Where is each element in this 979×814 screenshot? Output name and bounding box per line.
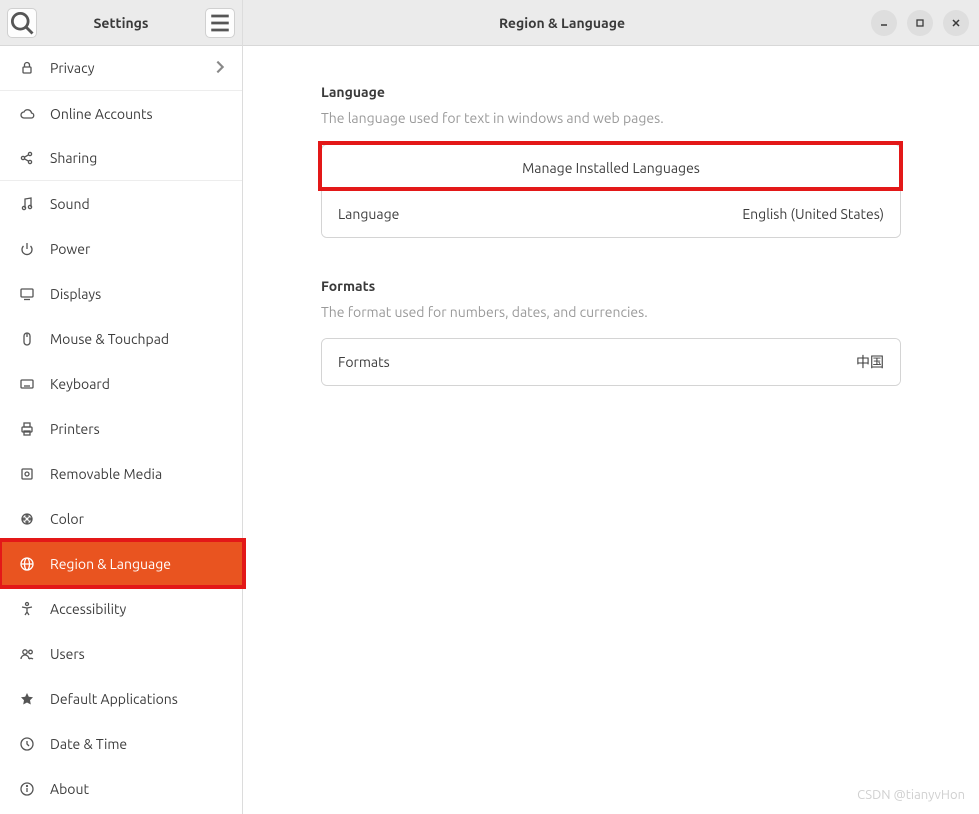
sidebar-item-label: Printers	[50, 421, 228, 437]
sidebar-item-label: About	[50, 781, 228, 797]
share-icon	[18, 149, 36, 167]
maximize-icon	[915, 18, 925, 28]
sidebar-item-label: Privacy	[50, 60, 198, 76]
language-row[interactable]: Language English (United States)	[322, 191, 900, 237]
sidebar-item-keyboard[interactable]: Keyboard	[0, 361, 242, 406]
sidebar-item-color[interactable]: Color	[0, 496, 242, 541]
sidebar-item-mouse-touchpad[interactable]: Mouse & Touchpad	[0, 316, 242, 361]
watermark: CSDN @tianyvHon	[857, 788, 965, 802]
sidebar-item-label: Sound	[50, 196, 228, 212]
keyboard-icon	[18, 375, 36, 393]
sidebar-item-accessibility[interactable]: Accessibility	[0, 586, 242, 631]
manage-languages-label: Manage Installed Languages	[522, 160, 700, 176]
sidebar-item-printers[interactable]: Printers	[0, 406, 242, 451]
sidebar-item-label: Users	[50, 646, 228, 662]
minimize-button[interactable]	[871, 10, 897, 36]
sidebar-item-sound[interactable]: Sound	[0, 181, 242, 226]
sidebar-item-label: Mouse & Touchpad	[50, 331, 228, 347]
sidebar-item-sharing[interactable]: Sharing	[0, 136, 242, 181]
sidebar-item-label: Sharing	[50, 150, 228, 166]
formats-row-value: 中国	[856, 352, 884, 372]
sidebar-item-online-accounts[interactable]: Online Accounts	[0, 91, 242, 136]
display-icon	[18, 285, 36, 303]
sidebar-item-power[interactable]: Power	[0, 226, 242, 271]
sidebar-item-label: Date & Time	[50, 736, 228, 752]
sidebar-item-default-applications[interactable]: Default Applications	[0, 676, 242, 721]
sidebar-item-label: Color	[50, 511, 228, 527]
language-row-value: English (United States)	[742, 206, 884, 222]
main-header: Region & Language	[243, 0, 979, 46]
sidebar-title: Settings	[45, 15, 197, 31]
formats-heading: Formats	[321, 278, 901, 294]
language-description: The language used for text in windows an…	[321, 110, 901, 126]
sidebar-item-label: Removable Media	[50, 466, 228, 482]
sidebar-item-date-time[interactable]: Date & Time	[0, 721, 242, 766]
hamburger-icon	[206, 9, 234, 37]
language-row-label: Language	[338, 206, 399, 222]
cloud-icon	[18, 105, 36, 123]
users-icon	[18, 645, 36, 663]
star-icon	[18, 690, 36, 708]
mouse-icon	[18, 330, 36, 348]
sidebar-item-label: Region & Language	[50, 556, 228, 572]
sidebar-item-displays[interactable]: Displays	[0, 271, 242, 316]
manage-languages-button[interactable]: Manage Installed Languages	[322, 145, 900, 191]
lock-icon	[18, 59, 36, 77]
sidebar-item-users[interactable]: Users	[0, 631, 242, 676]
language-panel: Manage Installed Languages Language Engl…	[321, 144, 901, 238]
search-button[interactable]	[7, 8, 37, 38]
minimize-icon	[879, 18, 889, 28]
window-controls	[871, 10, 969, 36]
search-icon	[8, 9, 36, 37]
sidebar-item-label: Accessibility	[50, 601, 228, 617]
formats-row-label: Formats	[338, 354, 390, 370]
page-title: Region & Language	[253, 15, 871, 31]
sidebar-item-region-language[interactable]: Region & Language	[0, 541, 242, 586]
sidebar-item-label: Online Accounts	[50, 106, 228, 122]
sidebar-item-label: Power	[50, 241, 228, 257]
color-icon	[18, 510, 36, 528]
music-icon	[18, 195, 36, 213]
formats-description: The format used for numbers, dates, and …	[321, 304, 901, 320]
maximize-button[interactable]	[907, 10, 933, 36]
sidebar-item-label: Default Applications	[50, 691, 228, 707]
info-icon	[18, 780, 36, 798]
clock-icon	[18, 735, 36, 753]
formats-panel: Formats 中国	[321, 338, 901, 386]
sidebar-header: Settings	[0, 0, 242, 46]
sidebar-item-label: Keyboard	[50, 376, 228, 392]
close-icon	[951, 18, 961, 28]
sidebar-item-removable-media[interactable]: Removable Media	[0, 451, 242, 496]
sidebar-item-privacy[interactable]: Privacy	[0, 46, 242, 91]
sidebar-list: Privacy Online Accounts Sharing Sound Power D…	[0, 46, 242, 814]
menu-button[interactable]	[205, 8, 235, 38]
chevron-right-icon	[212, 59, 228, 78]
power-icon	[18, 240, 36, 258]
language-heading: Language	[321, 84, 901, 100]
sidebar-item-about[interactable]: About	[0, 766, 242, 811]
sidebar: Settings Privacy Online Accounts Sharing So…	[0, 0, 243, 814]
accessibility-icon	[18, 600, 36, 618]
printer-icon	[18, 420, 36, 438]
content-area: Language The language used for text in w…	[243, 46, 979, 814]
globe-icon	[18, 555, 36, 573]
formats-row[interactable]: Formats 中国	[322, 339, 900, 385]
media-icon	[18, 465, 36, 483]
main-panel: Region & Language Language The language …	[243, 0, 979, 814]
sidebar-item-label: Displays	[50, 286, 228, 302]
close-button[interactable]	[943, 10, 969, 36]
